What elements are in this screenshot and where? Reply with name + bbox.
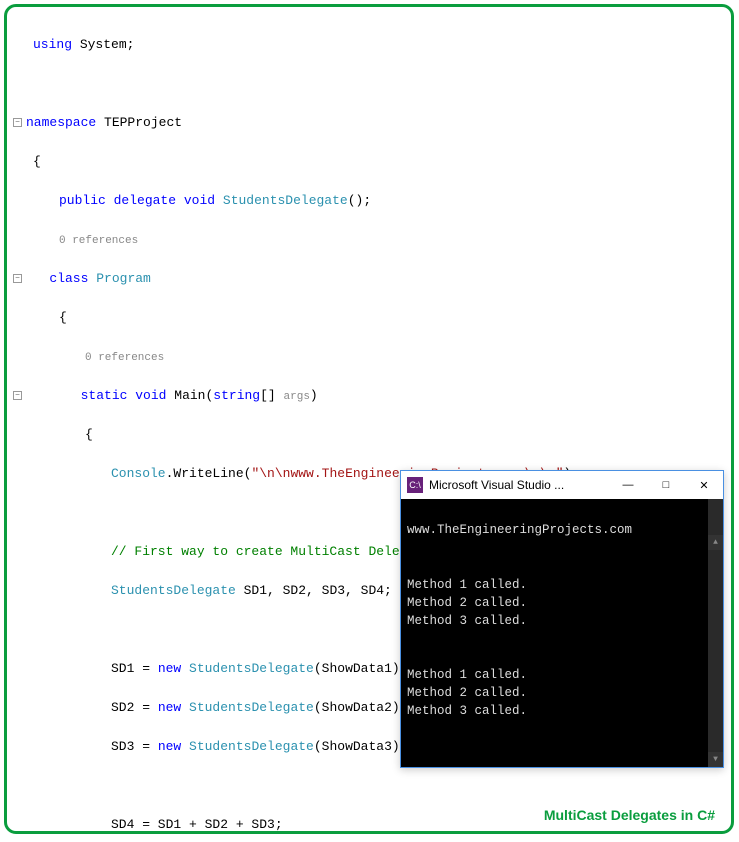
output-line: Method 2 called.	[407, 596, 527, 610]
kw-namespace: namespace	[26, 115, 96, 130]
kw-using: using	[33, 37, 72, 52]
delegate-name: StudentsDelegate	[223, 193, 348, 208]
ns-name: TEPProject	[104, 115, 182, 130]
output-line: www.TheEngineeringProjects.com	[407, 523, 632, 537]
kw-void: void	[135, 388, 166, 403]
assign: SD1 =	[111, 661, 158, 676]
ctor-arg: (ShowData2);	[314, 700, 408, 715]
output-line: Method 3 called.	[407, 614, 527, 628]
output-line: Method 1 called.	[407, 578, 527, 592]
class-name: Program	[96, 271, 151, 286]
console-class: Console	[111, 466, 166, 481]
maximize-button[interactable]: □	[647, 471, 685, 499]
writeline-method: WriteLine	[173, 466, 243, 481]
titlebar[interactable]: C:\ Microsoft Visual Studio ... — □ ✕	[401, 471, 723, 499]
comment: // First way to create MultiCast Delegat…	[111, 544, 431, 559]
kw-class: class	[49, 271, 88, 286]
image-caption: MultiCast Delegates in C#	[544, 807, 715, 823]
kw-string: string	[213, 388, 260, 403]
type-name: StudentsDelegate	[189, 700, 314, 715]
fold-icon[interactable]: −	[13, 274, 22, 283]
kw-void: void	[184, 193, 215, 208]
window-title: Microsoft Visual Studio ...	[429, 478, 609, 492]
console-output: www.TheEngineeringProjects.com Method 1 …	[401, 499, 723, 767]
kw-delegate: delegate	[114, 193, 176, 208]
output-line: Method 2 called.	[407, 686, 527, 700]
param-args: args	[284, 391, 310, 403]
method-main: Main	[174, 388, 205, 403]
fold-icon[interactable]: −	[13, 391, 22, 400]
var-decl: SD1, SD2, SD3, SD4;	[236, 583, 392, 598]
ns-system: System	[80, 37, 127, 52]
code-frame: using System; −namespace TEPProject { pu…	[4, 4, 734, 834]
type-name: StudentsDelegate	[189, 739, 314, 754]
ctor-arg: (ShowData3);	[314, 739, 408, 754]
output-line: Method 1 called.	[407, 668, 527, 682]
kw-new: new	[158, 661, 181, 676]
refs-label[interactable]: 0 references	[59, 235, 138, 247]
scroll-up-icon[interactable]: ▲	[708, 535, 723, 550]
stmt: SD4 = SD1 + SD2 + SD3;	[111, 817, 283, 832]
output-line: Method 3 called.	[407, 704, 527, 718]
console-window: C:\ Microsoft Visual Studio ... — □ ✕ ww…	[400, 470, 724, 768]
type-name: StudentsDelegate	[111, 583, 236, 598]
scrollbar[interactable]: ▲ ▼	[708, 499, 723, 767]
kw-new: new	[158, 700, 181, 715]
kw-static: static	[81, 388, 128, 403]
kw-new: new	[158, 739, 181, 754]
scroll-down-icon[interactable]: ▼	[708, 752, 723, 767]
kw-public: public	[59, 193, 106, 208]
vs-icon: C:\	[407, 477, 423, 493]
minimize-button[interactable]: —	[609, 471, 647, 499]
refs-label[interactable]: 0 references	[85, 352, 164, 364]
assign: SD2 =	[111, 700, 158, 715]
close-button[interactable]: ✕	[685, 471, 723, 499]
fold-icon[interactable]: −	[13, 118, 22, 127]
type-name: StudentsDelegate	[189, 661, 314, 676]
ctor-arg: (ShowData1);	[314, 661, 408, 676]
assign: SD3 =	[111, 739, 158, 754]
